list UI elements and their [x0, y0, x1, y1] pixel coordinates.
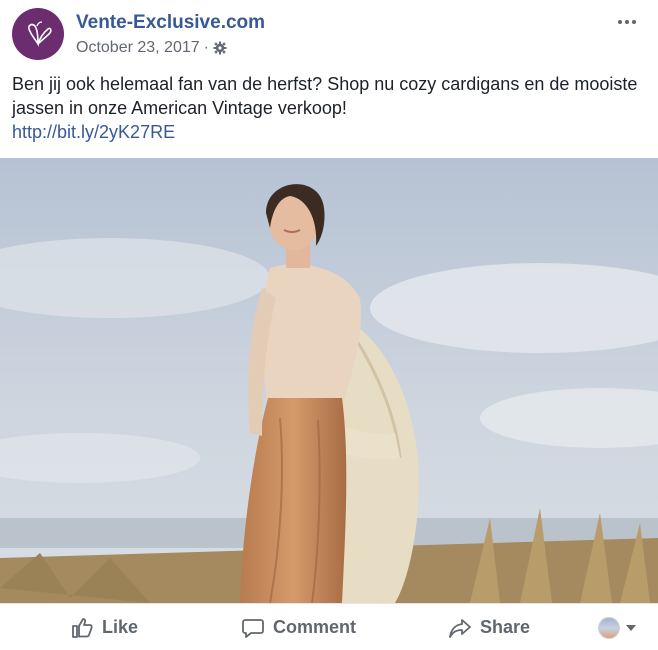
like-label: Like — [102, 617, 139, 637]
chevron-down-icon — [626, 625, 636, 631]
profile-avatar-icon — [598, 617, 620, 639]
speech-bubble-icon — [242, 618, 264, 638]
post-link[interactable]: http://bit.ly/2yK27RE — [12, 120, 175, 144]
audience-selector[interactable] — [598, 617, 636, 639]
share-button[interactable]: Share — [448, 604, 530, 650]
comment-label: Comment — [273, 617, 357, 637]
butterfly-logo-icon — [28, 21, 52, 47]
thumbs-up-icon — [72, 617, 93, 638]
page-name-link[interactable]: Vente-Exclusive.com — [76, 12, 265, 34]
post-actions-bar: Like Comment Share — [0, 603, 658, 650]
page-avatar[interactable] — [12, 8, 64, 60]
post-image[interactable] — [0, 158, 658, 603]
post-header: Vente-Exclusive.com October 23, 2017 · — [12, 8, 646, 64]
gear-icon[interactable] — [213, 41, 227, 55]
more-options-icon[interactable] — [614, 16, 640, 28]
share-label: Share — [480, 617, 531, 637]
post-text: Ben jij ook helemaal fan van de herfst? … — [12, 74, 638, 118]
like-button[interactable]: Like — [70, 604, 138, 650]
share-arrow-icon — [449, 618, 471, 638]
post-date[interactable]: October 23, 2017 — [76, 39, 200, 57]
meta-separator: · — [203, 39, 209, 56]
comment-button[interactable]: Comment — [241, 604, 356, 650]
post-meta: October 23, 2017 · — [76, 39, 227, 57]
